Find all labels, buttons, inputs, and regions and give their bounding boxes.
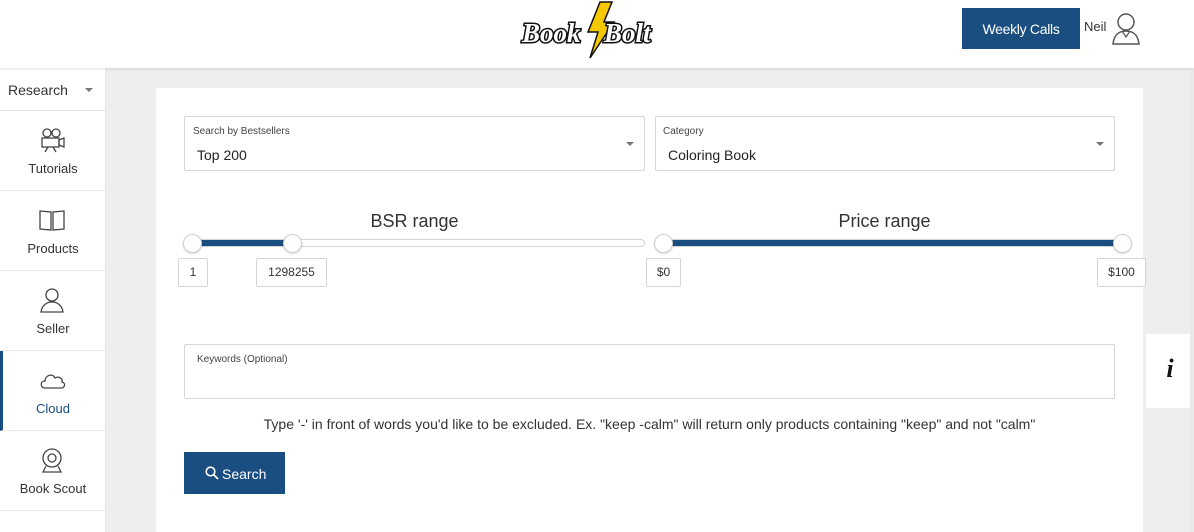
camera-icon [41,128,65,153]
price-range-fill [663,240,1122,246]
section-select[interactable]: Research [0,68,106,111]
user-icon [40,288,64,313]
price-min-handle[interactable] [654,234,673,253]
info-icon: i [1166,354,1174,383]
sidebar-item-label: Book Scout [19,481,87,496]
price-max-value[interactable]: $100 [1097,258,1146,287]
keywords-label: Keywords (Optional) [197,354,288,365]
sidebar-item-seller[interactable]: Seller [0,271,106,351]
bestsellers-select[interactable]: Search by Bestsellers Top 200 [184,116,645,171]
sidebar-item-cloud[interactable]: Cloud [0,351,106,431]
bestsellers-label: Search by Bestsellers [193,126,290,137]
sidebar-item-tutorials[interactable]: Tutorials [0,111,106,191]
sidebar-item-label: Cloud [36,401,70,416]
section-select-value: Research [8,82,68,98]
category-value: Coloring Book [668,147,756,163]
top-header: Book Bolt Weekly Calls Neil [0,0,1194,68]
sidebar-item-products[interactable]: Products [0,191,106,271]
book-icon [39,210,65,231]
bsr-min-value[interactable]: 1 [178,258,208,287]
svg-text:Book: Book [521,18,581,48]
chevron-down-icon [85,88,93,92]
keywords-input[interactable] [195,371,1095,393]
search-button-label: Search [222,466,267,482]
bsr-max-value[interactable]: 1298255 [256,258,327,287]
info-tab[interactable]: i [1146,334,1194,408]
chevron-down-icon [626,142,634,146]
chevron-down-icon [1096,142,1104,146]
sidebar-item-book-scout[interactable]: Book Scout [0,431,106,511]
sidebar-item-label: Tutorials [28,161,78,176]
keywords-field[interactable]: Keywords (Optional) [184,344,1115,399]
sidebar: Research Tutorials Products Seller Cloud [0,68,106,532]
bsr-max-handle[interactable] [282,234,302,253]
scrollbar[interactable] [1190,68,1194,532]
bestsellers-value: Top 200 [197,147,247,163]
cloud-icon [40,374,66,389]
category-select[interactable]: Category Coloring Book [655,116,1115,171]
bsr-range-fill [192,240,292,246]
category-label: Category [663,126,704,137]
svg-text:Bolt: Bolt [603,18,652,48]
keywords-hint: Type '-' in front of words you'd like to… [263,416,1036,432]
price-max-handle[interactable] [1113,234,1132,253]
search-icon [205,466,219,480]
price-range-title: Price range [838,211,931,231]
sidebar-item-label: Seller [36,321,70,336]
weekly-calls-button[interactable]: Weekly Calls [962,8,1080,49]
search-button[interactable]: Search [184,452,285,494]
bsr-range-title: BSR range [370,211,459,231]
user-avatar-icon[interactable] [1110,10,1142,46]
sidebar-item-label: Products [27,241,79,256]
user-name[interactable]: Neil [1084,19,1106,34]
webcam-icon [41,448,63,473]
bsr-min-handle[interactable] [183,234,202,253]
book-bolt-logo[interactable]: Book Bolt [520,0,670,60]
price-min-value[interactable]: $0 [646,258,681,287]
